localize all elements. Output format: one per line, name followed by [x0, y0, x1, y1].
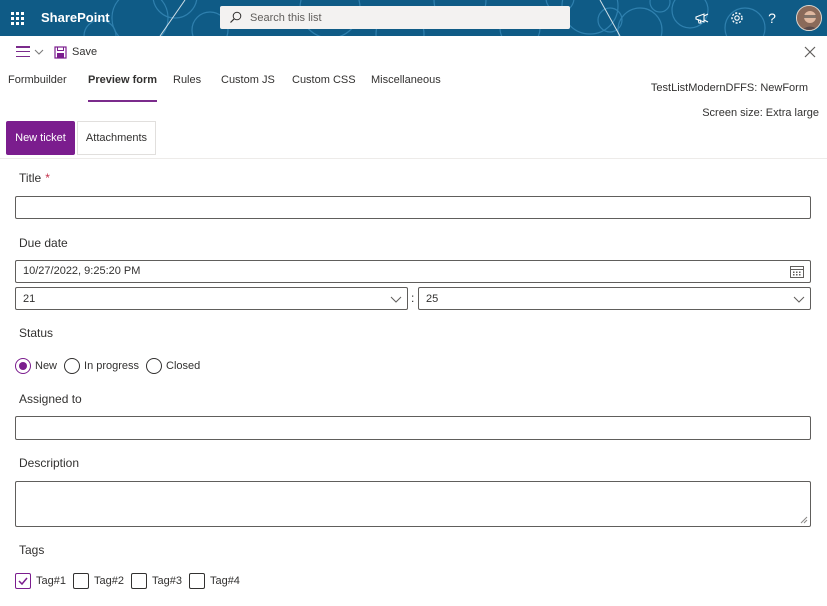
tab-rules[interactable]: Rules	[173, 74, 201, 102]
description-textarea[interactable]	[15, 481, 811, 527]
form-name: TestListModernDFFS: NewForm	[650, 82, 808, 94]
status-option-in-progress[interactable]: In progress	[64, 358, 139, 374]
checkbox[interactable]	[188, 573, 205, 589]
due-date-input[interactable]: 10/27/2022, 9:25:20 PM	[15, 260, 811, 283]
form-tabs: New ticket Attachments	[0, 121, 827, 159]
save-icon	[54, 45, 67, 59]
tab-formbuilder[interactable]: Formbuilder	[8, 74, 67, 102]
checkmark-icon	[18, 577, 28, 586]
tab-custom-css[interactable]: Custom CSS	[292, 74, 356, 102]
chevron-down-icon	[390, 296, 402, 303]
tag-option-label: Tag#2	[93, 575, 124, 587]
avatar[interactable]	[796, 5, 822, 31]
app-launcher-button[interactable]	[0, 0, 34, 36]
status-radio-group: New In progress Closed	[15, 358, 207, 374]
tag-option-label: Tag#1	[36, 575, 66, 587]
due-date-value: 10/27/2022, 9:25:20 PM	[23, 265, 141, 277]
settings-button[interactable]	[720, 0, 754, 36]
status-option-label: In progress	[84, 360, 140, 372]
hour-select[interactable]: 21	[15, 287, 408, 310]
checkbox[interactable]	[72, 573, 89, 589]
help-icon: ?	[768, 10, 776, 26]
megaphone-icon	[694, 12, 708, 23]
close-icon[interactable]	[803, 45, 817, 59]
due-date-label: Due date	[19, 236, 68, 250]
tag-option-label: Tag#4	[209, 575, 240, 587]
tab-miscellaneous[interactable]: Miscellaneous	[371, 74, 441, 102]
chevron-down-icon	[793, 296, 805, 303]
description-label: Description	[19, 456, 80, 470]
waffle-icon	[10, 11, 24, 25]
minute-value: 25	[426, 293, 439, 305]
search-placeholder: Search this list	[250, 11, 322, 24]
tag-option-3[interactable]: Tag#3	[130, 573, 182, 589]
status-option-label: New	[35, 360, 58, 372]
feedback-button[interactable]	[685, 0, 719, 36]
assigned-to-input[interactable]	[15, 416, 811, 440]
title-field-label: Title *	[19, 171, 50, 185]
tags-checkbox-group: Tag#1 Tag#2 Tag#3 Tag#4	[15, 573, 247, 589]
screen-size-label: Screen size: Extra large	[702, 107, 819, 119]
checkbox[interactable]	[15, 573, 31, 589]
help-button[interactable]: ?	[755, 0, 789, 36]
status-option-new[interactable]: New	[15, 358, 57, 374]
hour-value: 21	[23, 293, 36, 305]
save-label: Save	[72, 46, 98, 58]
chevron-down-icon[interactable]	[33, 46, 45, 58]
status-option-closed[interactable]: Closed	[146, 358, 200, 374]
minute-select[interactable]: 25	[418, 287, 811, 310]
title-label: Title	[19, 171, 42, 185]
radio-button[interactable]	[64, 358, 81, 374]
assigned-to-label: Assigned to	[19, 392, 82, 406]
brand-name[interactable]: SharePoint	[41, 10, 110, 25]
tag-option-4[interactable]: Tag#4	[188, 573, 240, 589]
status-label: Status	[19, 326, 54, 340]
checkbox[interactable]	[130, 573, 147, 589]
calendar-icon[interactable]	[790, 265, 804, 278]
tab-custom-js[interactable]: Custom JS	[221, 74, 275, 102]
tags-label: Tags	[19, 543, 45, 557]
tag-option-1[interactable]: Tag#1	[15, 573, 66, 589]
tag-option-2[interactable]: Tag#2	[72, 573, 124, 589]
resize-handle-icon[interactable]	[800, 516, 808, 524]
search-box[interactable]: Search this list	[220, 6, 570, 29]
form-tab-new-ticket[interactable]: New ticket	[6, 121, 75, 155]
tab-preview-form[interactable]: Preview form	[88, 74, 158, 102]
gear-icon	[731, 12, 743, 24]
save-button[interactable]: Save	[54, 44, 97, 60]
suite-bar: SharePoint Search this list ?	[0, 0, 827, 36]
status-option-label: Closed	[166, 360, 201, 372]
command-bar: Save	[0, 36, 827, 68]
hamburger-menu-icon[interactable]	[16, 46, 30, 57]
time-separator: :	[411, 291, 415, 305]
tag-option-label: Tag#3	[151, 575, 182, 587]
required-marker: *	[45, 171, 50, 185]
form-tab-attachments[interactable]: Attachments	[77, 121, 156, 155]
title-input[interactable]	[15, 196, 811, 219]
search-icon	[220, 6, 250, 29]
radio-button[interactable]	[146, 358, 163, 374]
radio-button[interactable]	[15, 358, 31, 374]
